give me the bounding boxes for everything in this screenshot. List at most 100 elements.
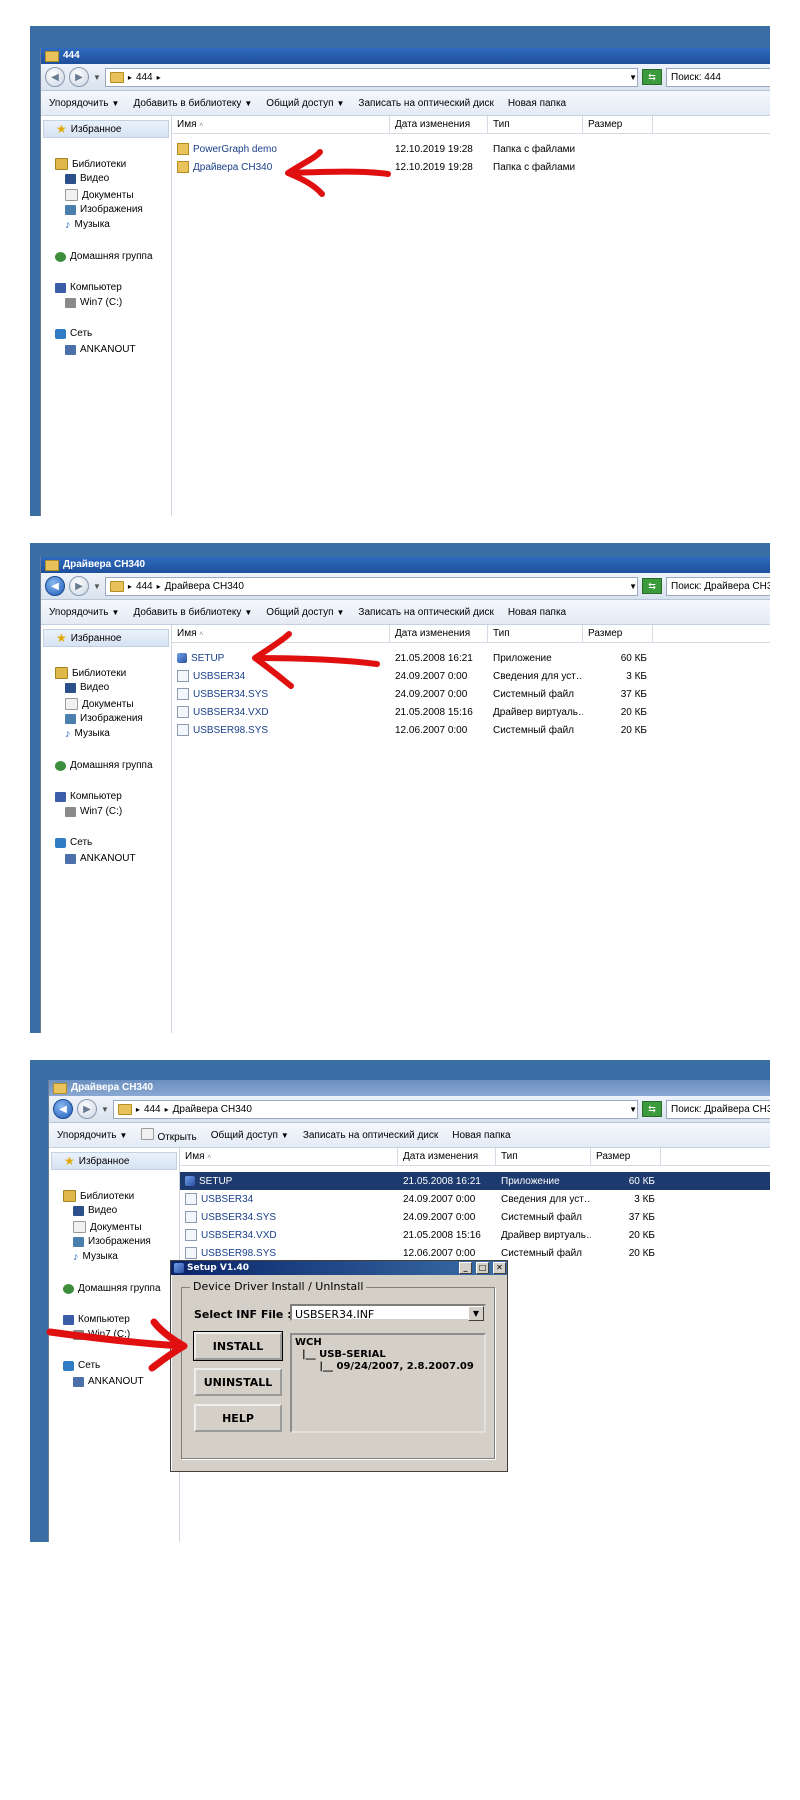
refresh-icon[interactable]: ⇆ (642, 69, 662, 85)
table-row[interactable]: USBSER98.SYS 12.06.2007 0:00 Системный ф… (172, 721, 770, 739)
column-date[interactable]: Дата изменения (398, 1148, 496, 1165)
nav-images[interactable]: Изображения (65, 204, 143, 215)
column-name[interactable]: Имя ˄ (172, 625, 390, 642)
breadcrumb-item[interactable]: Драйвера CH340 (165, 581, 244, 592)
organize-button[interactable]: Упорядочить ▼ (57, 1130, 127, 1141)
table-row[interactable]: USBSER34.VXD 21.05.2008 15:16 Драйвер ви… (180, 1226, 770, 1244)
search-input[interactable]: Поиск: 444 (666, 67, 770, 87)
nav-computer[interactable]: Компьютер (63, 1314, 130, 1325)
add-library-button[interactable]: Добавить в библиотеку ▼ (133, 98, 252, 109)
breadcrumb-item[interactable]: 444 (136, 72, 153, 83)
column-size[interactable]: Размер (583, 625, 653, 642)
nav-images[interactable]: Изображения (73, 1236, 151, 1247)
column-name[interactable]: Имя ˄ (180, 1148, 398, 1165)
nav-workstation[interactable]: ANKANOUT (65, 344, 136, 355)
column-type[interactable]: Тип (496, 1148, 591, 1165)
nav-network[interactable]: Сеть (63, 1360, 100, 1371)
column-date[interactable]: Дата изменения (390, 625, 488, 642)
back-button[interactable]: ◀ (53, 1099, 73, 1119)
table-row[interactable]: USBSER34.VXD 21.05.2008 15:16 Драйвер ви… (172, 703, 770, 721)
nav-music[interactable]: ♪ Музыка (65, 728, 110, 739)
forward-button[interactable]: ▶ (77, 1099, 97, 1119)
history-dropdown-icon[interactable]: ▼ (93, 582, 101, 591)
window-title-bar[interactable]: Драйвера CH340 (49, 1080, 770, 1096)
nav-workstation[interactable]: ANKANOUT (73, 1376, 144, 1387)
nav-video[interactable]: Видео (73, 1205, 117, 1216)
nav-drive-c[interactable]: Win7 (C:) (65, 806, 122, 817)
column-date[interactable]: Дата изменения (390, 116, 488, 133)
window-title-bar[interactable]: 444 (41, 48, 770, 64)
column-name[interactable]: Имя ˄ (172, 116, 390, 133)
breadcrumb[interactable]: ▸ 444 ▸ Драйвера CH340 ▼ (104, 576, 638, 596)
new-folder-button[interactable]: Новая папка (452, 1130, 510, 1141)
share-button[interactable]: Общий доступ ▼ (266, 98, 344, 109)
back-button[interactable]: ◀ (45, 67, 65, 87)
path-dropdown-icon[interactable]: ▼ (629, 73, 637, 82)
organize-button[interactable]: Упорядочить ▼ (49, 98, 119, 109)
chevron-down-icon[interactable]: ▼ (468, 1306, 484, 1321)
column-size[interactable]: Размер (591, 1148, 661, 1165)
share-button[interactable]: Общий доступ ▼ (266, 607, 344, 618)
breadcrumb-arrow-icon[interactable]: ▸ (157, 73, 161, 82)
nav-favorites[interactable]: ★ Избранное (43, 120, 169, 138)
nav-drive-c[interactable]: Win7 (C:) (73, 1329, 130, 1340)
history-dropdown-icon[interactable]: ▼ (93, 73, 101, 82)
path-dropdown-icon[interactable]: ▼ (629, 1105, 637, 1114)
refresh-icon[interactable]: ⇆ (642, 578, 662, 594)
close-icon[interactable]: ✕ (493, 1262, 506, 1274)
install-button[interactable]: INSTALL (193, 1331, 283, 1361)
breadcrumb-item[interactable]: 444 (144, 1104, 161, 1115)
share-button[interactable]: Общий доступ ▼ (211, 1130, 289, 1141)
table-row[interactable]: SETUP 21.05.2008 16:21 Приложение 60 КБ (172, 649, 770, 667)
minimize-icon[interactable]: _ (459, 1262, 472, 1274)
breadcrumb[interactable]: ▸ 444 ▸ Драйвера CH340 ▼ (112, 1099, 638, 1119)
table-row[interactable]: USBSER34 24.09.2007 0:00 Сведения для ус… (172, 667, 770, 685)
organize-button[interactable]: Упорядочить ▼ (49, 607, 119, 618)
nav-computer[interactable]: Компьютер (55, 791, 122, 802)
column-size[interactable]: Размер (583, 116, 653, 133)
nav-video[interactable]: Видео (65, 682, 109, 693)
breadcrumb[interactable]: ▸ 444 ▸ ▼ (104, 67, 638, 87)
nav-favorites[interactable]: ★ Избранное (43, 629, 169, 647)
nav-homegroup[interactable]: Домашняя группа (55, 251, 153, 262)
search-input[interactable]: Поиск: Драйвера CH3 (666, 1099, 770, 1119)
nav-images[interactable]: Изображения (65, 713, 143, 724)
nav-music[interactable]: ♪ Музыка (65, 219, 110, 230)
burn-button[interactable]: Записать на оптический диск (303, 1130, 438, 1141)
new-folder-button[interactable]: Новая папка (508, 98, 566, 109)
table-row[interactable]: PowerGraph demo 12.10.2019 19:28 Папка с… (172, 140, 770, 158)
nav-documents[interactable]: Документы (65, 698, 134, 710)
breadcrumb-item[interactable]: 444 (136, 581, 153, 592)
nav-favorites[interactable]: ★ Избранное (51, 1152, 177, 1170)
breadcrumb-arrow-icon[interactable]: ▸ (157, 582, 161, 591)
breadcrumb-arrow-icon[interactable]: ▸ (128, 73, 132, 82)
nav-network[interactable]: Сеть (55, 328, 92, 339)
burn-button[interactable]: Записать на оптический диск (358, 607, 493, 618)
nav-libraries[interactable]: Библиотеки (55, 158, 126, 170)
table-row-selected[interactable]: SETUP 21.05.2008 16:21 Приложение 60 КБ (180, 1172, 770, 1190)
nav-homegroup[interactable]: Домашняя группа (63, 1283, 161, 1294)
column-type[interactable]: Тип (488, 625, 583, 642)
maximize-icon[interactable]: □ (476, 1262, 489, 1274)
table-row[interactable]: USBSER34.SYS 24.09.2007 0:00 Системный ф… (172, 685, 770, 703)
new-folder-button[interactable]: Новая папка (508, 607, 566, 618)
breadcrumb-item[interactable]: Драйвера CH340 (173, 1104, 252, 1115)
nav-music[interactable]: ♪ Музыка (73, 1251, 118, 1262)
column-type[interactable]: Тип (488, 116, 583, 133)
nav-homegroup[interactable]: Домашняя группа (55, 760, 153, 771)
history-dropdown-icon[interactable]: ▼ (101, 1105, 109, 1114)
dialog-title-bar[interactable]: Setup V1.40 _ □ ✕ (171, 1261, 507, 1275)
forward-button[interactable]: ▶ (69, 576, 89, 596)
breadcrumb-arrow-icon[interactable]: ▸ (165, 1105, 169, 1114)
search-input[interactable]: Поиск: Драйвера CH340 (666, 576, 770, 596)
back-button[interactable]: ◀ (45, 576, 65, 596)
path-dropdown-icon[interactable]: ▼ (629, 582, 637, 591)
refresh-icon[interactable]: ⇆ (642, 1101, 662, 1117)
breadcrumb-arrow-icon[interactable]: ▸ (136, 1105, 140, 1114)
nav-documents[interactable]: Документы (73, 1221, 142, 1233)
table-row[interactable]: Драйвера CH340 12.10.2019 19:28 Папка с … (172, 158, 770, 176)
uninstall-button[interactable]: UNINSTALL (194, 1368, 282, 1396)
burn-button[interactable]: Записать на оптический диск (358, 98, 493, 109)
forward-button[interactable]: ▶ (69, 67, 89, 87)
add-library-button[interactable]: Добавить в библиотеку ▼ (133, 607, 252, 618)
